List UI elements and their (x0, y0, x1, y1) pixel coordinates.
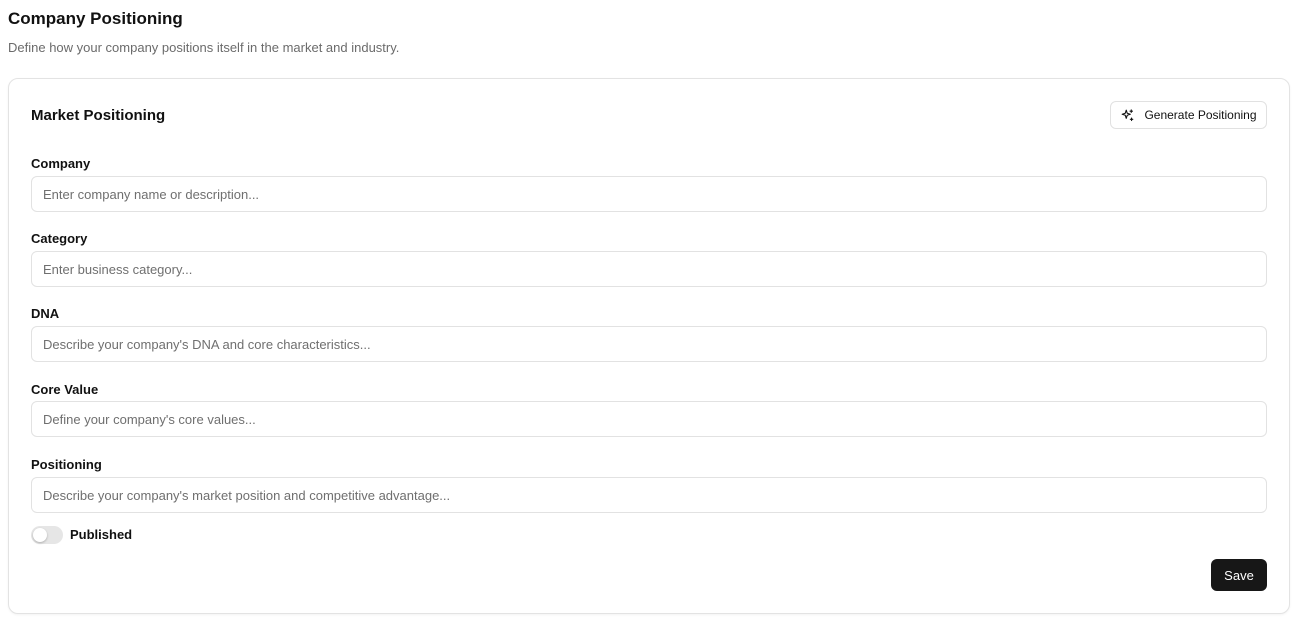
company-label: Company (31, 156, 91, 171)
page-subtitle: Define how your company positions itself… (8, 40, 400, 55)
page-title: Company Positioning (8, 9, 183, 28)
published-label: Published (70, 527, 133, 542)
category-label: Category (31, 231, 88, 246)
positioning-label: Positioning (31, 457, 102, 472)
sparkles-icon (1122, 108, 1134, 121)
card-title: Market Positioning (31, 107, 166, 124)
published-toggle-row: Published (31, 526, 132, 544)
generate-positioning-button[interactable]: Generate Positioning (1110, 101, 1267, 129)
core-value-input[interactable] (31, 401, 1267, 437)
category-input[interactable] (31, 251, 1267, 287)
company-input[interactable] (31, 176, 1267, 212)
save-button[interactable]: Save (1211, 559, 1267, 591)
dna-label: DNA (31, 306, 60, 321)
generate-positioning-label: Generate Positioning (1144, 108, 1257, 122)
toggle-knob (33, 528, 47, 542)
published-toggle[interactable] (31, 526, 63, 544)
core-value-label: Core Value (31, 382, 99, 397)
market-positioning-card: Market Positioning Generate Positioning … (8, 78, 1290, 614)
dna-input[interactable] (31, 326, 1267, 362)
positioning-input[interactable] (31, 477, 1267, 513)
company-positioning-page: Company Positioning Define how your comp… (0, 0, 1303, 625)
